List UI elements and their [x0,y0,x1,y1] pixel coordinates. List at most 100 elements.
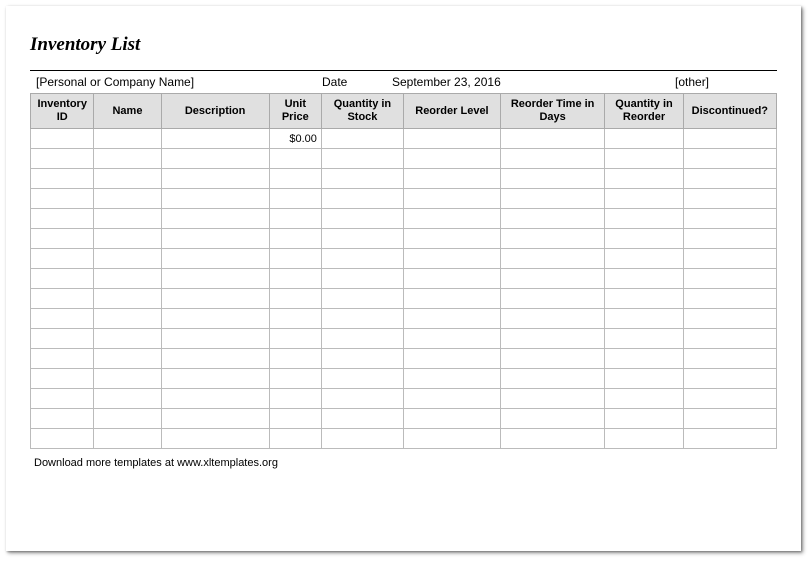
cell-name [94,269,161,289]
cell-qreorder [605,149,683,169]
cell-qstock [321,209,403,229]
document-page: Inventory List [Personal or Company Name… [6,6,801,551]
table-row [31,329,777,349]
cell-name [94,129,161,149]
cell-id [31,169,94,189]
cell-disc [683,289,776,309]
cell-disc [683,169,776,189]
col-header-quantity-reorder: Quantity in Reorder [605,94,683,129]
cell-qreorder [605,189,683,209]
cell-reorder [403,129,500,149]
cell-qreorder [605,209,683,229]
cell-price [269,389,321,409]
cell-rtime [500,329,604,349]
cell-id [31,149,94,169]
table-row: $0.00 [31,129,777,149]
cell-qstock [321,229,403,249]
cell-name [94,249,161,269]
cell-qreorder [605,229,683,249]
cell-desc [161,149,269,169]
table-header-row: Inventory ID Name Description Unit Price… [31,94,777,129]
cell-qreorder [605,389,683,409]
cell-name [94,149,161,169]
cell-id [31,289,94,309]
cell-rtime [500,429,604,449]
cell-desc [161,409,269,429]
cell-reorder [403,189,500,209]
cell-qstock [321,409,403,429]
cell-price [269,369,321,389]
cell-rtime [500,289,604,309]
cell-id [31,329,94,349]
table-row [31,309,777,329]
cell-disc [683,389,776,409]
cell-desc [161,189,269,209]
table-row [31,409,777,429]
cell-desc [161,169,269,189]
cell-reorder [403,369,500,389]
cell-id [31,269,94,289]
cell-rtime [500,269,604,289]
cell-disc [683,409,776,429]
cell-name [94,409,161,429]
cell-name [94,309,161,329]
cell-name [94,349,161,369]
cell-qstock [321,269,403,289]
cell-name [94,429,161,449]
cell-price: $0.00 [269,129,321,149]
cell-reorder [403,309,500,329]
cell-name [94,189,161,209]
cell-price [269,229,321,249]
cell-id [31,369,94,389]
cell-qstock [321,349,403,369]
cell-rtime [500,189,604,209]
table-row [31,189,777,209]
cell-qreorder [605,369,683,389]
cell-reorder [403,349,500,369]
cell-qreorder [605,349,683,369]
cell-qreorder [605,269,683,289]
cell-reorder [403,209,500,229]
cell-rtime [500,169,604,189]
cell-disc [683,369,776,389]
cell-price [269,429,321,449]
cell-disc [683,189,776,209]
cell-disc [683,209,776,229]
table-row [31,149,777,169]
cell-qreorder [605,429,683,449]
cell-qstock [321,289,403,309]
page-title: Inventory List [30,34,777,56]
cell-rtime [500,129,604,149]
cell-disc [683,329,776,349]
cell-desc [161,289,269,309]
col-header-unit-price: Unit Price [269,94,321,129]
cell-disc [683,129,776,149]
cell-price [269,349,321,369]
cell-desc [161,389,269,409]
col-header-reorder-time: Reorder Time in Days [500,94,604,129]
other-placeholder: [other] [675,75,775,89]
cell-reorder [403,409,500,429]
cell-price [269,409,321,429]
cell-name [94,369,161,389]
cell-qstock [321,369,403,389]
cell-id [31,189,94,209]
cell-desc [161,129,269,149]
cell-desc [161,329,269,349]
cell-desc [161,429,269,449]
cell-qstock [321,309,403,329]
cell-qreorder [605,329,683,349]
cell-rtime [500,369,604,389]
cell-disc [683,429,776,449]
cell-price [269,149,321,169]
cell-rtime [500,249,604,269]
cell-name [94,329,161,349]
cell-price [269,189,321,209]
cell-reorder [403,249,500,269]
cell-qreorder [605,169,683,189]
cell-disc [683,269,776,289]
cell-price [269,329,321,349]
cell-disc [683,249,776,269]
cell-rtime [500,409,604,429]
cell-name [94,389,161,409]
